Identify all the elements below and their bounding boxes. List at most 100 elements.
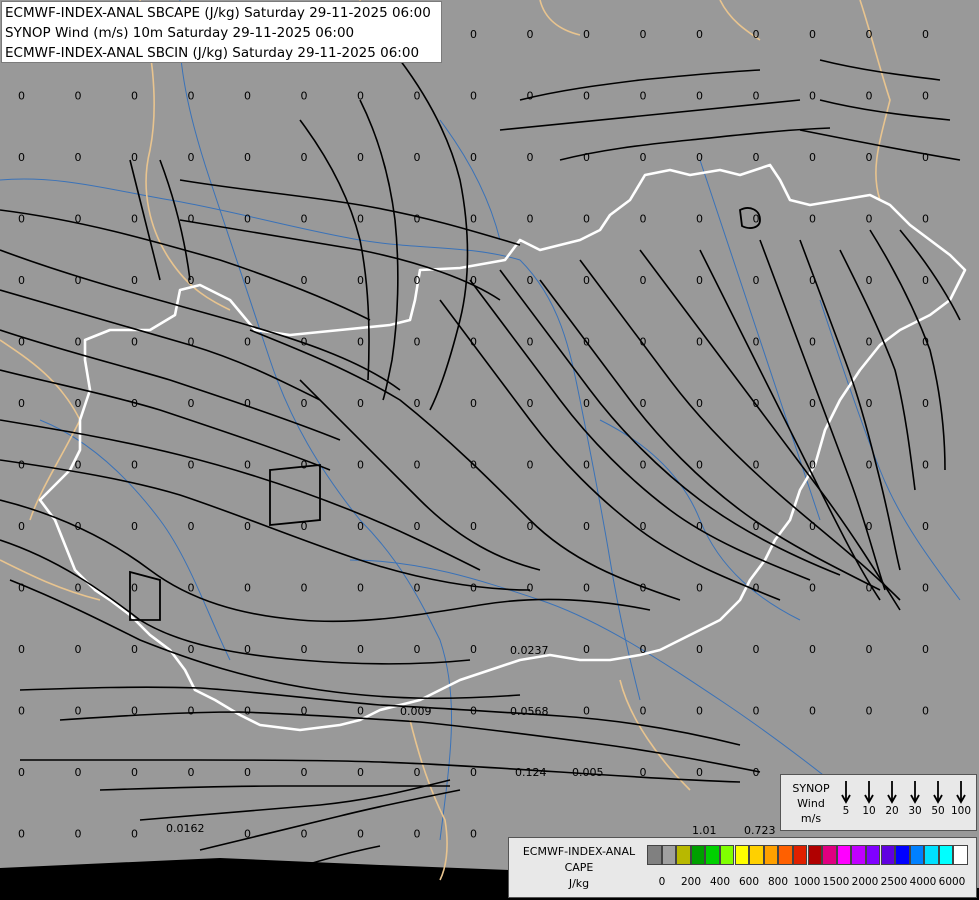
value-label: 0 bbox=[188, 705, 195, 718]
cape-tick-label: 1000 bbox=[793, 876, 821, 888]
value-label: 0 bbox=[414, 213, 421, 226]
value-label: 0 bbox=[414, 643, 421, 656]
value-label: 0 bbox=[301, 828, 308, 841]
value-label: 0 bbox=[809, 213, 816, 226]
cape-color-swatch bbox=[647, 845, 662, 865]
value-label: 0 bbox=[583, 274, 590, 287]
value-label: 0 bbox=[922, 520, 929, 533]
value-label: 0 bbox=[188, 766, 195, 779]
value-label: 0 bbox=[753, 643, 760, 656]
wind-legend-item: 5 bbox=[835, 779, 857, 817]
value-label: 0 bbox=[922, 213, 929, 226]
value-label: 0 bbox=[357, 213, 364, 226]
value-label: 0 bbox=[131, 520, 138, 533]
value-label: 0 bbox=[75, 705, 82, 718]
cape-tick-label: 800 bbox=[767, 876, 789, 888]
value-label: 0 bbox=[527, 28, 534, 41]
cape-color-swatch bbox=[851, 845, 866, 865]
value-label: 0 bbox=[583, 28, 590, 41]
value-label: 0 bbox=[583, 336, 590, 349]
value-label: 0 bbox=[527, 274, 534, 287]
value-label: 0 bbox=[809, 705, 816, 718]
value-label: 0 bbox=[583, 643, 590, 656]
value-label: 0 bbox=[753, 459, 760, 472]
value-label: 0 bbox=[696, 151, 703, 164]
wind-legend-item: 20 bbox=[881, 779, 903, 817]
value-label: 0 bbox=[583, 459, 590, 472]
value-label: 0 bbox=[18, 274, 25, 287]
value-label: 0 bbox=[470, 643, 477, 656]
value-label: 0 bbox=[414, 274, 421, 287]
value-label: 0 bbox=[301, 459, 308, 472]
value-label: 0 bbox=[583, 582, 590, 595]
value-label: 0 bbox=[922, 643, 929, 656]
value-label: 0 bbox=[527, 336, 534, 349]
wind-arrow-icon bbox=[933, 781, 943, 804]
cape-color-swatch bbox=[836, 845, 852, 865]
value-label: 0 bbox=[18, 643, 25, 656]
wind-legend-line: Wind bbox=[797, 797, 825, 810]
value-label: 0 bbox=[640, 336, 647, 349]
value-label: 0 bbox=[18, 459, 25, 472]
value-label: 0 bbox=[640, 459, 647, 472]
value-label: 0.005 bbox=[572, 766, 604, 779]
value-label: 0 bbox=[470, 520, 477, 533]
value-label: 0 bbox=[753, 151, 760, 164]
value-label: 0 bbox=[414, 766, 421, 779]
value-label: 0 bbox=[753, 766, 760, 779]
value-label: 0 bbox=[470, 766, 477, 779]
value-label: 0 bbox=[640, 151, 647, 164]
value-label: 0 bbox=[583, 151, 590, 164]
value-label: 0 bbox=[414, 90, 421, 103]
value-label: 0 bbox=[640, 705, 647, 718]
value-label: 0 bbox=[75, 459, 82, 472]
cape-color-swatch bbox=[822, 845, 837, 865]
value-label: 0 bbox=[301, 643, 308, 656]
value-label: 0 bbox=[357, 459, 364, 472]
value-label: 0 bbox=[244, 151, 251, 164]
value-label: 0 bbox=[75, 828, 82, 841]
value-label: 0 bbox=[866, 151, 873, 164]
value-label: 0 bbox=[357, 520, 364, 533]
value-label: 0 bbox=[18, 151, 25, 164]
wind-speed-label: 5 bbox=[842, 805, 850, 817]
value-label: 0 bbox=[696, 90, 703, 103]
value-label: 0 bbox=[301, 766, 308, 779]
value-label: 0 bbox=[75, 397, 82, 410]
cape-color-swatch bbox=[719, 845, 735, 865]
cape-color-scale bbox=[647, 845, 968, 865]
value-label: 0 bbox=[809, 90, 816, 103]
value-label: 0 bbox=[301, 520, 308, 533]
value-label: 0 bbox=[753, 397, 760, 410]
cape-color-swatch bbox=[763, 845, 779, 865]
value-label: 0 bbox=[470, 582, 477, 595]
value-label: 0 bbox=[131, 274, 138, 287]
value-label: 0 bbox=[188, 336, 195, 349]
value-label: 0 bbox=[527, 459, 534, 472]
value-label: 0 bbox=[922, 151, 929, 164]
value-label: 0 bbox=[809, 459, 816, 472]
value-label: 0 bbox=[470, 397, 477, 410]
value-label: 0 bbox=[131, 213, 138, 226]
value-label: 0 bbox=[131, 151, 138, 164]
title-wind: SYNOP Wind (m/s) 10m Saturday 29-11-2025… bbox=[5, 25, 355, 41]
cape-legend: ECMWF-INDEX-ANAL CAPE J/kg 0 200 400 600 800… bbox=[508, 837, 977, 898]
value-label: 0 bbox=[640, 766, 647, 779]
wind-legend-item: 10 bbox=[858, 779, 880, 817]
value-label: 0 bbox=[696, 705, 703, 718]
value-label: 0 bbox=[922, 90, 929, 103]
value-label: 0 bbox=[696, 213, 703, 226]
value-label: 0 bbox=[18, 336, 25, 349]
value-label: 0 bbox=[18, 582, 25, 595]
value-label: 0 bbox=[301, 397, 308, 410]
cape-color-swatch bbox=[734, 845, 750, 865]
value-label: 0 bbox=[470, 336, 477, 349]
value-label: 0.0237 bbox=[510, 644, 549, 657]
wind-speed-label: 20 bbox=[885, 805, 899, 817]
value-label: 0 bbox=[696, 643, 703, 656]
value-label: 0 bbox=[131, 90, 138, 103]
value-label: 0 bbox=[188, 274, 195, 287]
value-label: 0 bbox=[188, 459, 195, 472]
value-label: 0 bbox=[301, 151, 308, 164]
value-label: 0 bbox=[301, 213, 308, 226]
